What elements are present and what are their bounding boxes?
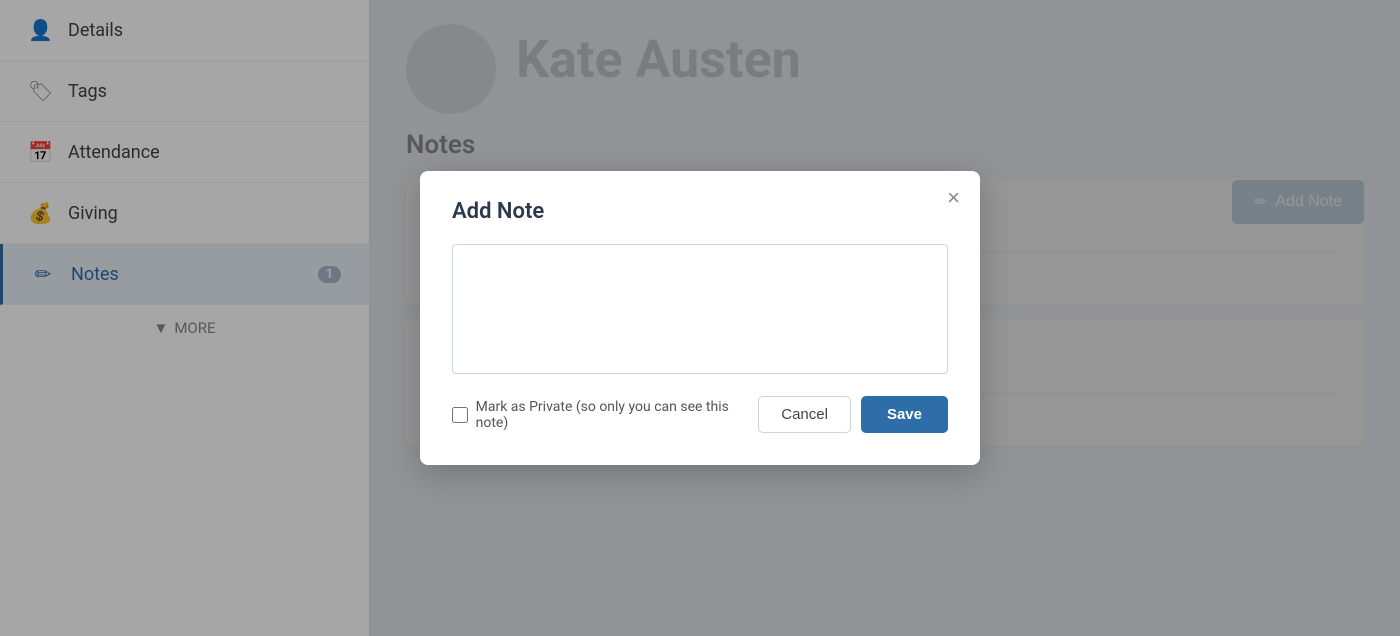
private-checkbox-label[interactable]: Mark as Private (so only you can see thi… xyxy=(452,399,758,431)
modal-overlay: Add Note × Mark as Private (so only you … xyxy=(0,0,1400,636)
note-textarea[interactable] xyxy=(452,244,948,374)
save-button[interactable]: Save xyxy=(861,396,948,433)
modal-title: Add Note xyxy=(452,199,948,224)
modal-footer: Mark as Private (so only you can see thi… xyxy=(452,396,948,433)
add-note-modal: Add Note × Mark as Private (so only you … xyxy=(420,171,980,465)
private-label-text: Mark as Private (so only you can see thi… xyxy=(476,399,759,431)
modal-close-button[interactable]: × xyxy=(947,187,960,209)
private-checkbox[interactable] xyxy=(452,407,468,423)
cancel-button[interactable]: Cancel xyxy=(758,396,851,433)
modal-actions: Cancel Save xyxy=(758,396,948,433)
